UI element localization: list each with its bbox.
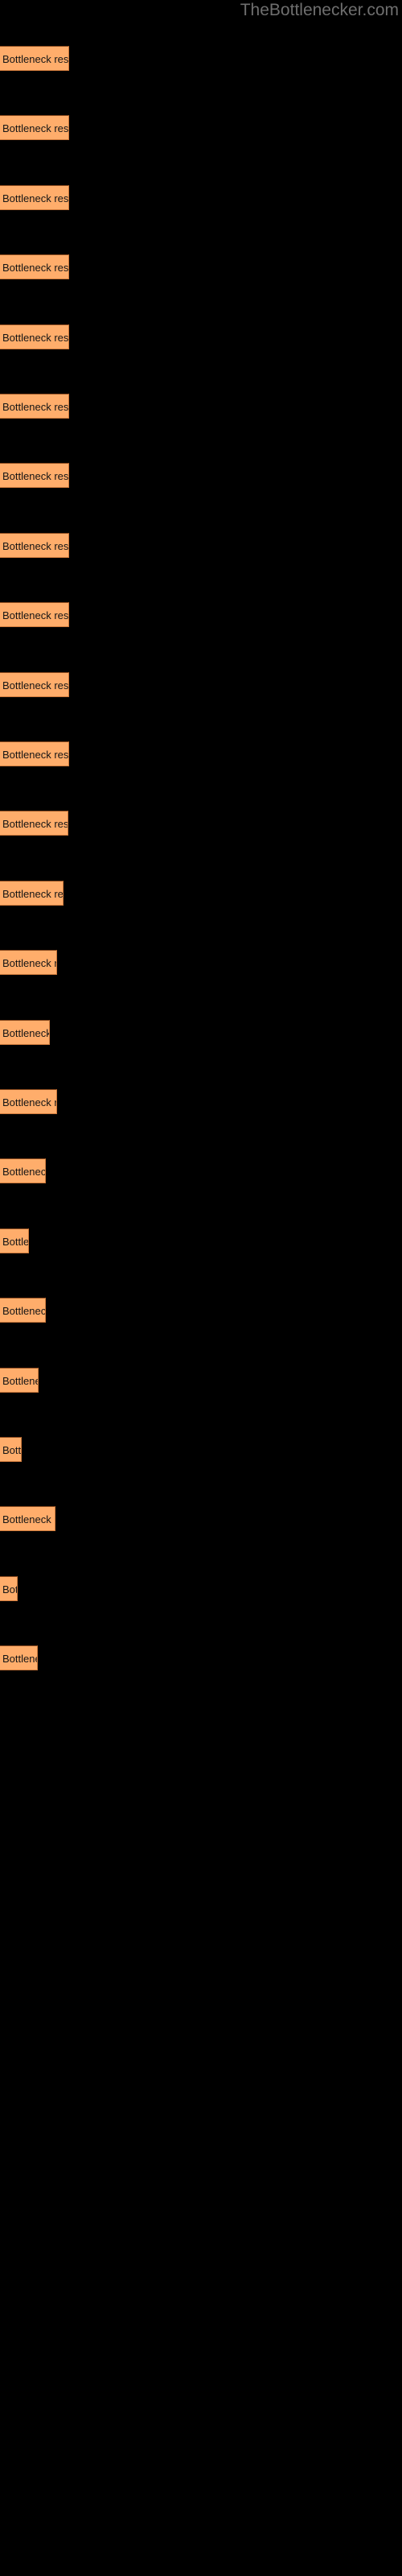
- bar-label: Bottleneck result: [2, 609, 69, 621]
- bottleneck-result-bar[interactable]: Bottleneck result: [0, 254, 69, 279]
- bar-label: Bottleneck result: [2, 888, 64, 900]
- bottleneck-result-bar[interactable]: Bottleneck result: [0, 46, 69, 71]
- bar-label: Bottleneck result: [2, 1513, 55, 1525]
- bottleneck-result-bar[interactable]: Bottleneck result: [0, 324, 69, 349]
- bottleneck-result-bar[interactable]: Bottleneck result: [0, 394, 69, 419]
- bottleneck-result-bar[interactable]: Bottleneck result: [0, 1506, 55, 1531]
- bar-label: Bottleneck result: [2, 470, 69, 482]
- bar-label: Bottleneck result: [2, 332, 69, 344]
- bottleneck-result-bar[interactable]: Bottleneck result: [0, 115, 69, 140]
- bar-chart-plot-area: Bottleneck result Bottleneck result Bottle…: [0, 0, 402, 2576]
- bar-label: Bottleneck result: [2, 1375, 38, 1387]
- bar-label: Bottleneck result: [2, 122, 69, 134]
- bottleneck-result-bar[interactable]: Bottleneck result: [0, 533, 69, 558]
- bottleneck-result-bar[interactable]: Bottleneck result: [0, 463, 69, 488]
- bar-label: Bottleneck result: [2, 1027, 50, 1039]
- bar-label: Bottleneck result: [2, 401, 69, 413]
- bottleneck-result-bar[interactable]: Bottleneck result: [0, 741, 69, 766]
- bar-label: Bottleneck result: [2, 1236, 29, 1248]
- bar-label: Bottleneck result: [2, 262, 69, 274]
- bar-label: Bottleneck result: [2, 1096, 56, 1108]
- bottleneck-result-bar[interactable]: Bottleneck result: [0, 1020, 50, 1045]
- bottleneck-result-bar[interactable]: Bottleneck result: [0, 950, 57, 975]
- bottleneck-result-bar[interactable]: Bottleneck result: [0, 881, 64, 906]
- bar-label: Bottleneck result: [2, 192, 69, 204]
- bottleneck-result-bar[interactable]: Bottleneck result: [0, 1437, 22, 1462]
- bottleneck-result-bar[interactable]: Bottleneck result: [0, 811, 68, 836]
- bar-label: Bottleneck result: [2, 1583, 17, 1596]
- bar-label: Bottleneck result: [2, 53, 69, 65]
- bar-label: Bottleneck result: [2, 1305, 46, 1317]
- bottleneck-result-bar[interactable]: Bottleneck result: [0, 1576, 18, 1601]
- bottleneck-result-bar[interactable]: Bottleneck result: [0, 1368, 39, 1393]
- bar-label: Bottleneck result: [2, 1166, 46, 1178]
- bottleneck-result-bar[interactable]: Bottleneck result: [0, 602, 69, 627]
- bottleneck-result-bar[interactable]: Bottleneck result: [0, 1089, 57, 1114]
- bottleneck-chart-page: TheBottlenecker.com Bottleneck resultBot…: [0, 0, 402, 2576]
- bar-label: Bottleneck result: [2, 1653, 37, 1665]
- bar-label: Bottleneck result: [2, 1444, 22, 1456]
- bar-label: Bottleneck result: [2, 679, 69, 691]
- bottleneck-result-bar[interactable]: Bottleneck result: [0, 1228, 29, 1253]
- bar-label: Bottleneck result: [2, 957, 56, 969]
- bottleneck-result-bar[interactable]: Bottleneck result: [0, 1298, 46, 1323]
- bottleneck-result-bar[interactable]: Bottleneck result: [0, 672, 69, 697]
- bottleneck-result-bar[interactable]: Bottleneck result: [0, 1158, 46, 1183]
- bar-label: Bottleneck result: [2, 818, 68, 830]
- bottleneck-result-bar[interactable]: Bottleneck result: [0, 1645, 38, 1670]
- bar-label: Bottleneck result: [2, 540, 69, 552]
- bottleneck-result-bar[interactable]: Bottleneck result: [0, 185, 69, 210]
- bar-label: Bottleneck result: [2, 749, 69, 761]
